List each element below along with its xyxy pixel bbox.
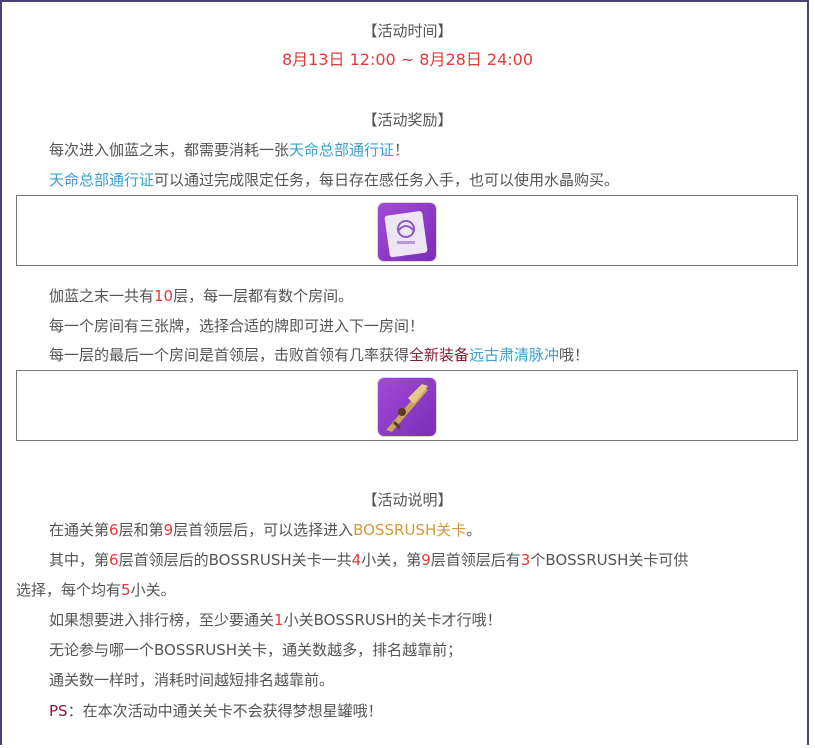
text-span: 层首领层后，可以选择进入 [173,521,354,539]
desc-ps: PS：在本次活动中通关关卡不会获得梦想星罐哦！ [49,701,383,721]
reward-line-1: 每次进入伽蓝之末，都需要消耗一张天命总部通行证！ [49,140,409,160]
bossrush-label: BOSSRUSH关卡 [353,521,467,539]
text-span: 小关。 [130,581,176,599]
text-span: 每次进入伽蓝之末，都需要消耗一张 [49,141,290,159]
number: 9 [421,551,431,569]
text-span: 选择，每个均有 [16,581,122,599]
text-span: 小关BOSSRUSH的关卡才行哦！ [283,611,502,629]
pass-ticket-icon [378,203,436,261]
text-span: 。 [466,521,482,539]
time-heading: 【活动时间】 [362,22,453,40]
number: 4 [351,551,362,569]
text-span: ：在本次活动中通关关卡不会获得梦想星罐哦！ [67,702,383,720]
text-span: 个BOSSRUSH关卡可供 [530,551,689,569]
desc-p3: 如果想要进入排行榜，至少要通关1小关BOSSRUSH的关卡才行哦！ [49,610,502,630]
item-box-pass [16,195,798,266]
text-span: 小关，第 [361,551,422,569]
text-span: 层，每一层都有数个房间。 [173,287,354,305]
weapon-icon [378,378,436,436]
text-span: 层和第 [118,521,164,539]
boss-line: 每一层的最后一个房间是首领层，击败首领有几率获得全新装备远古肃清脉冲哦！ [49,345,589,365]
desc-p2: 其中，第6层首领层后的BOSSRUSH关卡一共4小关，第9层首领层后有3个BOS… [49,550,688,570]
text-span: 每一层的最后一个房间是首领层，击败首领有几率获得 [49,346,410,364]
text-span: 其中，第 [49,551,110,569]
text-span: 伽蓝之末一共有 [49,287,155,305]
desc-p5: 通关数一样时，消耗时间越短排名越靠前。 [49,671,335,689]
pass-name: 天命总部通行证 [49,171,155,189]
new-equipment: 全新装备 [409,346,470,364]
item-box-weapon [16,370,798,441]
reward-line-2: 天命总部通行证可以通过完成限定任务，每日存在感任务入手，也可以使用水晶购买。 [49,170,619,190]
desc-p1: 在通关第6层和第9层首领层后，可以选择进入BOSSRUSH关卡。 [49,520,481,540]
desc-p4: 无论参与哪一个BOSSRUSH关卡，通关数越多，排名越靠前； [49,641,463,659]
floor-count: 10 [154,287,174,305]
time-range: 8月13日 12:00 ~ 8月28日 24:00 [281,50,534,69]
number: 6 [109,521,119,539]
floors-line: 伽蓝之末一共有10层，每一层都有数个房间。 [49,286,353,306]
reward-heading: 【活动奖励】 [362,111,453,129]
text-span: ！ [394,141,410,159]
number: 9 [163,521,174,539]
weapon-name: 远古肃清脉冲 [469,346,560,364]
desc-heading: 【活动说明】 [362,491,453,509]
number: 3 [520,551,531,569]
number: 6 [109,551,119,569]
number: 5 [121,581,131,599]
text-span: 可以通过完成限定任务，每日存在感任务入手，也可以使用水晶购买。 [154,171,620,189]
ps-label: PS [49,702,68,720]
text-span: 如果想要进入排行榜，至少要通关 [49,611,275,629]
pass-link: 天命总部通行证 [289,141,395,159]
text-span: 在通关第 [49,521,110,539]
text-span: 层首领层后有 [430,551,521,569]
text-span: 层首领层后的BOSSRUSH关卡一共 [118,551,352,569]
rooms-line: 每一个房间有三张牌，选择合适的牌即可进入下一房间！ [49,317,425,335]
text-span: 哦！ [559,346,590,364]
desc-p2-cont: 选择，每个均有5小关。 [16,580,176,600]
number: 1 [274,611,284,629]
